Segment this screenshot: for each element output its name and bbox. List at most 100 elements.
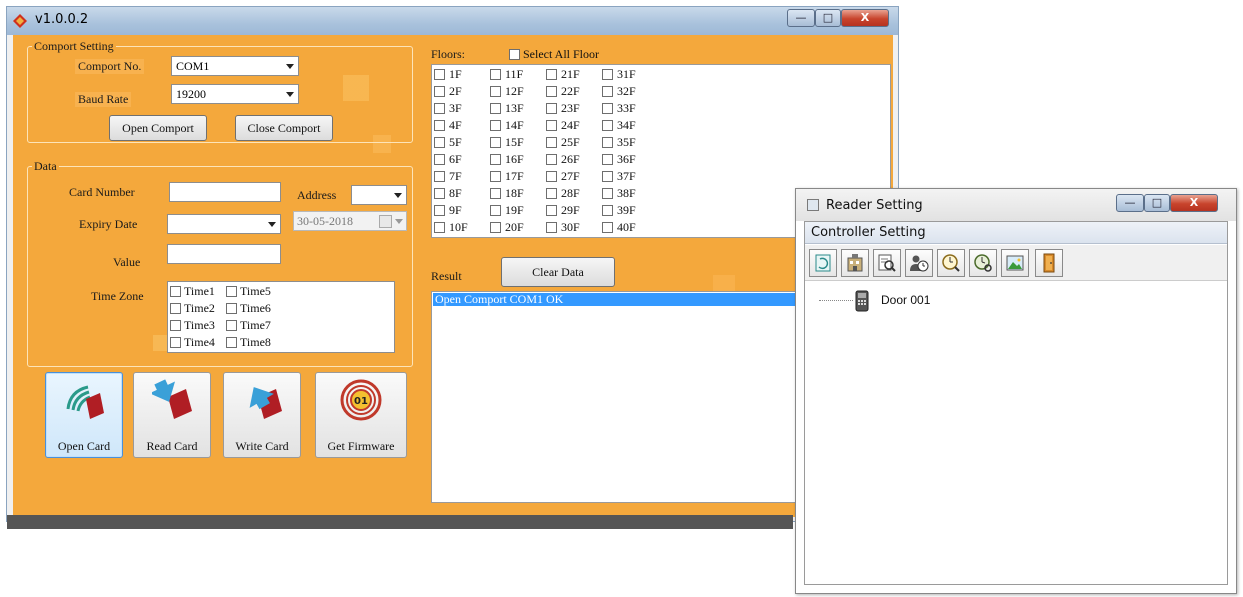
checkbox[interactable]: [602, 85, 613, 97]
minimize-button[interactable]: —: [787, 9, 815, 27]
checkbox[interactable]: [226, 302, 237, 314]
checkbox[interactable]: [434, 68, 445, 80]
checkbox[interactable]: [546, 136, 557, 148]
menu-controller-setting[interactable]: Controller Setting: [805, 222, 1227, 244]
toolbar-search-document-button[interactable]: [873, 249, 901, 277]
floor-item[interactable]: 3F: [434, 101, 462, 116]
select-all-floor[interactable]: Select All Floor: [509, 47, 599, 62]
checkbox[interactable]: [434, 153, 445, 165]
expiry-date-select[interactable]: [167, 214, 281, 234]
floor-item[interactable]: 33F: [602, 101, 636, 116]
timezone-item-4[interactable]: Time4: [170, 335, 215, 350]
floor-item[interactable]: 19F: [490, 203, 524, 218]
checkbox[interactable]: [490, 153, 501, 165]
floor-item[interactable]: 39F: [602, 203, 636, 218]
floor-item[interactable]: 17F: [490, 169, 524, 184]
checkbox[interactable]: [602, 102, 613, 114]
toolbar-clock-settings-button[interactable]: [969, 249, 997, 277]
comport-select[interactable]: COM1: [171, 56, 299, 76]
floor-item[interactable]: 10F: [434, 220, 468, 235]
close-comport-button[interactable]: Close Comport: [235, 115, 333, 141]
checkbox[interactable]: [434, 85, 445, 97]
floor-item[interactable]: 15F: [490, 135, 524, 150]
clear-data-button[interactable]: Clear Data: [501, 257, 615, 287]
close-button[interactable]: X: [841, 9, 889, 27]
checkbox[interactable]: [546, 119, 557, 131]
checkbox[interactable]: [602, 136, 613, 148]
floor-item[interactable]: 6F: [434, 152, 462, 167]
checkbox[interactable]: [490, 136, 501, 148]
checkbox[interactable]: [226, 319, 237, 331]
checkbox[interactable]: [434, 221, 445, 233]
checkbox[interactable]: [490, 102, 501, 114]
get-firmware-button[interactable]: 01 Get Firmware: [315, 372, 407, 458]
checkbox[interactable]: [170, 336, 181, 348]
floor-item[interactable]: 4F: [434, 118, 462, 133]
floor-item[interactable]: 7F: [434, 169, 462, 184]
floor-item[interactable]: 20F: [490, 220, 524, 235]
checkbox[interactable]: [490, 204, 501, 216]
open-card-button[interactable]: Open Card: [45, 372, 123, 458]
toolbar-image-button[interactable]: [1001, 249, 1029, 277]
floor-item[interactable]: 37F: [602, 169, 636, 184]
main-titlebar[interactable]: v1.0.0.2 — □ X: [7, 7, 898, 35]
read-card-button[interactable]: Read Card: [133, 372, 211, 458]
reader-titlebar[interactable]: Reader Setting — □ X: [796, 189, 1236, 221]
floor-item[interactable]: 16F: [490, 152, 524, 167]
floor-item[interactable]: 9F: [434, 203, 462, 218]
floor-item[interactable]: 11F: [490, 67, 523, 82]
checkbox[interactable]: [546, 170, 557, 182]
toolbar-building-button[interactable]: [841, 249, 869, 277]
floor-item[interactable]: 21F: [546, 67, 580, 82]
toolbar-user-clock-button[interactable]: [905, 249, 933, 277]
checkbox[interactable]: [546, 221, 557, 233]
floor-item[interactable]: 38F: [602, 186, 636, 201]
open-comport-button[interactable]: Open Comport: [109, 115, 207, 141]
checkbox[interactable]: [509, 48, 520, 60]
checkbox[interactable]: [546, 68, 557, 80]
write-card-button[interactable]: Write Card: [223, 372, 301, 458]
floor-item[interactable]: 30F: [546, 220, 580, 235]
floor-item[interactable]: 14F: [490, 118, 524, 133]
floor-item[interactable]: 12F: [490, 84, 524, 99]
floor-item[interactable]: 8F: [434, 186, 462, 201]
floor-item[interactable]: 5F: [434, 135, 462, 150]
floor-item[interactable]: 27F: [546, 169, 580, 184]
floor-item[interactable]: 1F: [434, 67, 462, 82]
floor-item[interactable]: 34F: [602, 118, 636, 133]
checkbox[interactable]: [602, 221, 613, 233]
checkbox[interactable]: [490, 68, 501, 80]
floor-item[interactable]: 36F: [602, 152, 636, 167]
timezone-item-2[interactable]: Time2: [170, 301, 215, 316]
timezone-item-8[interactable]: Time8: [226, 335, 271, 350]
address-select[interactable]: [351, 185, 407, 205]
floor-item[interactable]: 32F: [602, 84, 636, 99]
checkbox[interactable]: [434, 204, 445, 216]
checkbox[interactable]: [602, 187, 613, 199]
checkbox[interactable]: [170, 285, 181, 297]
checkbox[interactable]: [602, 170, 613, 182]
floor-item[interactable]: 29F: [546, 203, 580, 218]
floor-item[interactable]: 23F: [546, 101, 580, 116]
checkbox[interactable]: [490, 221, 501, 233]
checkbox[interactable]: [546, 187, 557, 199]
reader-maximize-button[interactable]: □: [1144, 194, 1170, 212]
floor-item[interactable]: 2F: [434, 84, 462, 99]
checkbox[interactable]: [226, 336, 237, 348]
floor-item[interactable]: 13F: [490, 101, 524, 116]
checkbox[interactable]: [602, 119, 613, 131]
checkbox[interactable]: [546, 102, 557, 114]
floor-item[interactable]: 28F: [546, 186, 580, 201]
checkbox[interactable]: [602, 68, 613, 80]
baud-rate-select[interactable]: 19200: [171, 84, 299, 104]
maximize-button[interactable]: □: [815, 9, 841, 27]
timezone-item-7[interactable]: Time7: [226, 318, 271, 333]
floor-item[interactable]: 18F: [490, 186, 524, 201]
timezone-item-6[interactable]: Time6: [226, 301, 271, 316]
floor-item[interactable]: 35F: [602, 135, 636, 150]
checkbox[interactable]: [170, 319, 181, 331]
floor-item[interactable]: 26F: [546, 152, 580, 167]
checkbox[interactable]: [546, 204, 557, 216]
reader-close-button[interactable]: X: [1170, 194, 1218, 212]
checkbox[interactable]: [434, 170, 445, 182]
